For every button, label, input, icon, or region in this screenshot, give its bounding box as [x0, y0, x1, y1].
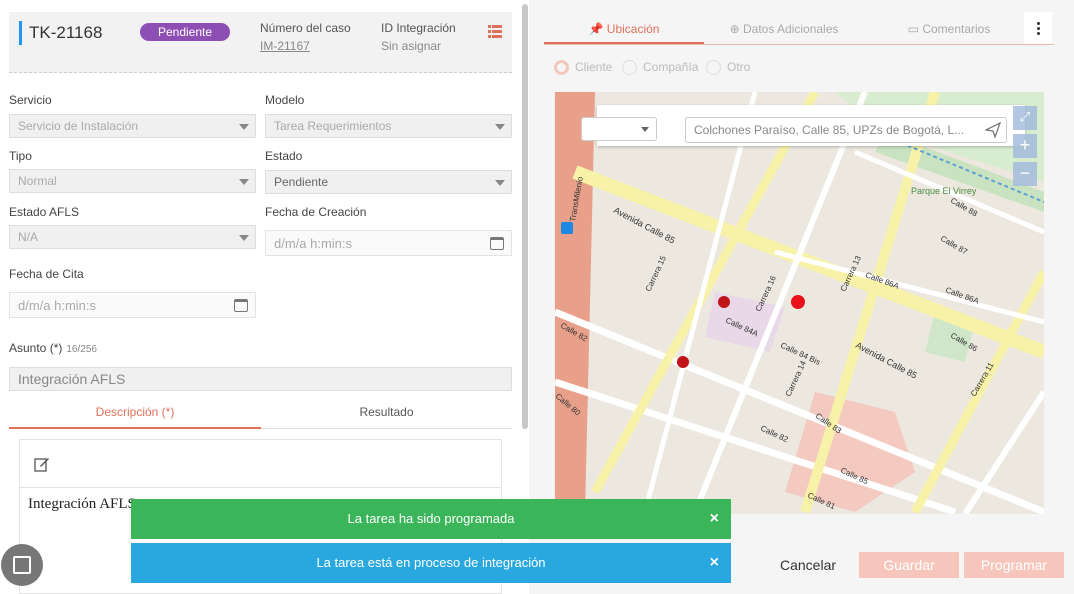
estado-label: Estado — [265, 149, 303, 163]
fecha-cita-label: Fecha de Cita — [9, 267, 84, 281]
map-search-input[interactable]: Colchones Paraíso, Calle 85, UPZs de Bog… — [685, 117, 1007, 143]
toast-success: La tarea ha sido programada × — [131, 499, 731, 539]
editor-content[interactable]: Integración AFLS — [28, 496, 136, 513]
hospital-icon — [718, 296, 730, 308]
calendar-icon[interactable] — [490, 237, 504, 250]
location-marker[interactable] — [791, 295, 805, 309]
chevron-down-icon — [641, 127, 649, 132]
comment-icon: ▭ — [907, 22, 923, 36]
estado-select[interactable]: Pendiente — [265, 170, 512, 194]
fecha-creacion-label: Fecha de Creación — [265, 205, 367, 219]
estado-afls-select[interactable]: N/A — [9, 225, 256, 249]
asunto-input[interactable]: Integración AFLS — [9, 367, 512, 391]
status-badge: Pendiente — [140, 23, 230, 41]
fecha-creacion-placeholder: d/m/a h:min:s — [274, 236, 353, 251]
close-icon[interactable]: × — [710, 499, 719, 539]
modelo-value: Tarea Requerimientos — [274, 119, 392, 133]
description-tabs: Descripción (*) Resultado — [9, 401, 512, 429]
toast-info-message: La tarea está en proceso de integración — [316, 555, 546, 570]
calendar-icon[interactable] — [234, 299, 248, 312]
map-search-bar: Colchones Paraíso, Calle 85, UPZs de Bog… — [581, 105, 1025, 146]
tipo-label: Tipo — [9, 149, 32, 163]
tab-ubicacion[interactable]: 📌 Ubicación — [544, 14, 704, 44]
fecha-creacion-input[interactable]: d/m/a h:min:s — [265, 230, 512, 256]
tab-resultado[interactable]: Resultado — [261, 401, 512, 429]
map-view[interactable]: Avenida Calle 85 Avenida Calle 85 Calle … — [555, 92, 1044, 514]
close-icon[interactable]: × — [710, 543, 719, 583]
chevron-down-icon — [239, 179, 249, 185]
modelo-select[interactable]: Tarea Requerimientos — [265, 114, 512, 138]
tipo-value: Normal — [18, 174, 57, 188]
chevron-down-icon — [495, 180, 505, 186]
bus-stop-icon — [561, 222, 573, 234]
navigate-icon[interactable] — [985, 122, 1001, 138]
estado-value: Pendiente — [274, 175, 329, 189]
map-search-type-select[interactable] — [581, 117, 657, 141]
integration-id-value: Sin asignar — [381, 39, 442, 53]
map-label: Parque El Virrey — [911, 186, 977, 196]
save-button[interactable]: Guardar — [859, 552, 959, 578]
scrollbar[interactable] — [522, 4, 528, 429]
case-number-link[interactable]: IM-21167 — [260, 39, 310, 53]
asunto-char-count: 16/256 — [66, 344, 97, 355]
tab-comentarios[interactable]: ▭ Comentarios — [864, 14, 1034, 44]
radio-compania-label: Compañía — [643, 60, 699, 74]
edit-icon[interactable] — [34, 456, 50, 472]
tab-ubicacion-label: Ubicación — [606, 22, 660, 36]
ticket-id: TK-21168 — [19, 21, 102, 45]
notes-button[interactable] — [1, 544, 43, 586]
radio-dot — [622, 60, 637, 75]
case-number-label: Número del caso — [260, 21, 351, 35]
servicio-value: Servicio de Instalación — [18, 119, 139, 133]
task-header: TK-21168 Pendiente Número del caso IM-21… — [9, 12, 512, 73]
radio-cliente-label: Cliente — [575, 60, 613, 74]
tipo-select[interactable]: Normal — [9, 169, 256, 193]
cancel-button[interactable]: Cancelar — [775, 552, 841, 578]
toast-info: La tarea está en proceso de integración … — [131, 543, 731, 583]
zoom-in-button[interactable]: + — [1013, 134, 1037, 158]
pin-icon: 📌 — [588, 22, 607, 36]
fecha-cita-input[interactable]: d/m/a h:min:s — [9, 292, 256, 318]
map-canvas[interactable]: Avenida Calle 85 Avenida Calle 85 Calle … — [555, 92, 1044, 514]
tab-datos-label: Datos Adicionales — [743, 22, 839, 36]
tab-comentarios-label: Comentarios — [922, 22, 991, 36]
modelo-label: Modelo — [265, 93, 305, 107]
tab-datos-adicionales[interactable]: ⊕ Datos Adicionales — [704, 14, 864, 44]
schedule-button[interactable]: Programar — [964, 552, 1064, 578]
more-options-icon[interactable] — [1024, 12, 1052, 44]
editor-toolbar — [20, 440, 501, 488]
tab-descripcion[interactable]: Descripción (*) — [9, 401, 261, 429]
fullscreen-icon[interactable]: ⤢ — [1013, 106, 1037, 130]
servicio-select[interactable]: Servicio de Instalación — [9, 114, 256, 138]
hospital-icon — [677, 356, 689, 368]
radio-otro-label: Otro — [727, 60, 751, 74]
chevron-down-icon — [239, 235, 249, 241]
asunto-label: Asunto (*) 16/256 — [9, 341, 97, 355]
toast-success-message: La tarea ha sido programada — [347, 511, 515, 526]
location-tabs: 📌 Ubicación ⊕ Datos Adicionales ▭ Coment… — [544, 14, 1054, 45]
chevron-down-icon — [495, 124, 505, 130]
estado-afls-label: Estado AFLS — [9, 205, 80, 219]
chevron-down-icon — [239, 124, 249, 130]
radio-dot — [706, 60, 721, 75]
fecha-cita-placeholder: d/m/a h:min:s — [18, 298, 97, 313]
zoom-out-button[interactable]: − — [1013, 162, 1037, 186]
asunto-label-text: Asunto (*) — [9, 341, 63, 355]
plus-circle-icon: ⊕ — [729, 22, 743, 36]
servicio-label: Servicio — [9, 93, 52, 107]
integration-id-label: ID Integración — [381, 21, 456, 35]
estado-afls-value: N/A — [18, 230, 39, 244]
note-icon — [13, 556, 31, 574]
list-icon[interactable] — [488, 24, 502, 38]
radio-dot — [554, 60, 569, 75]
